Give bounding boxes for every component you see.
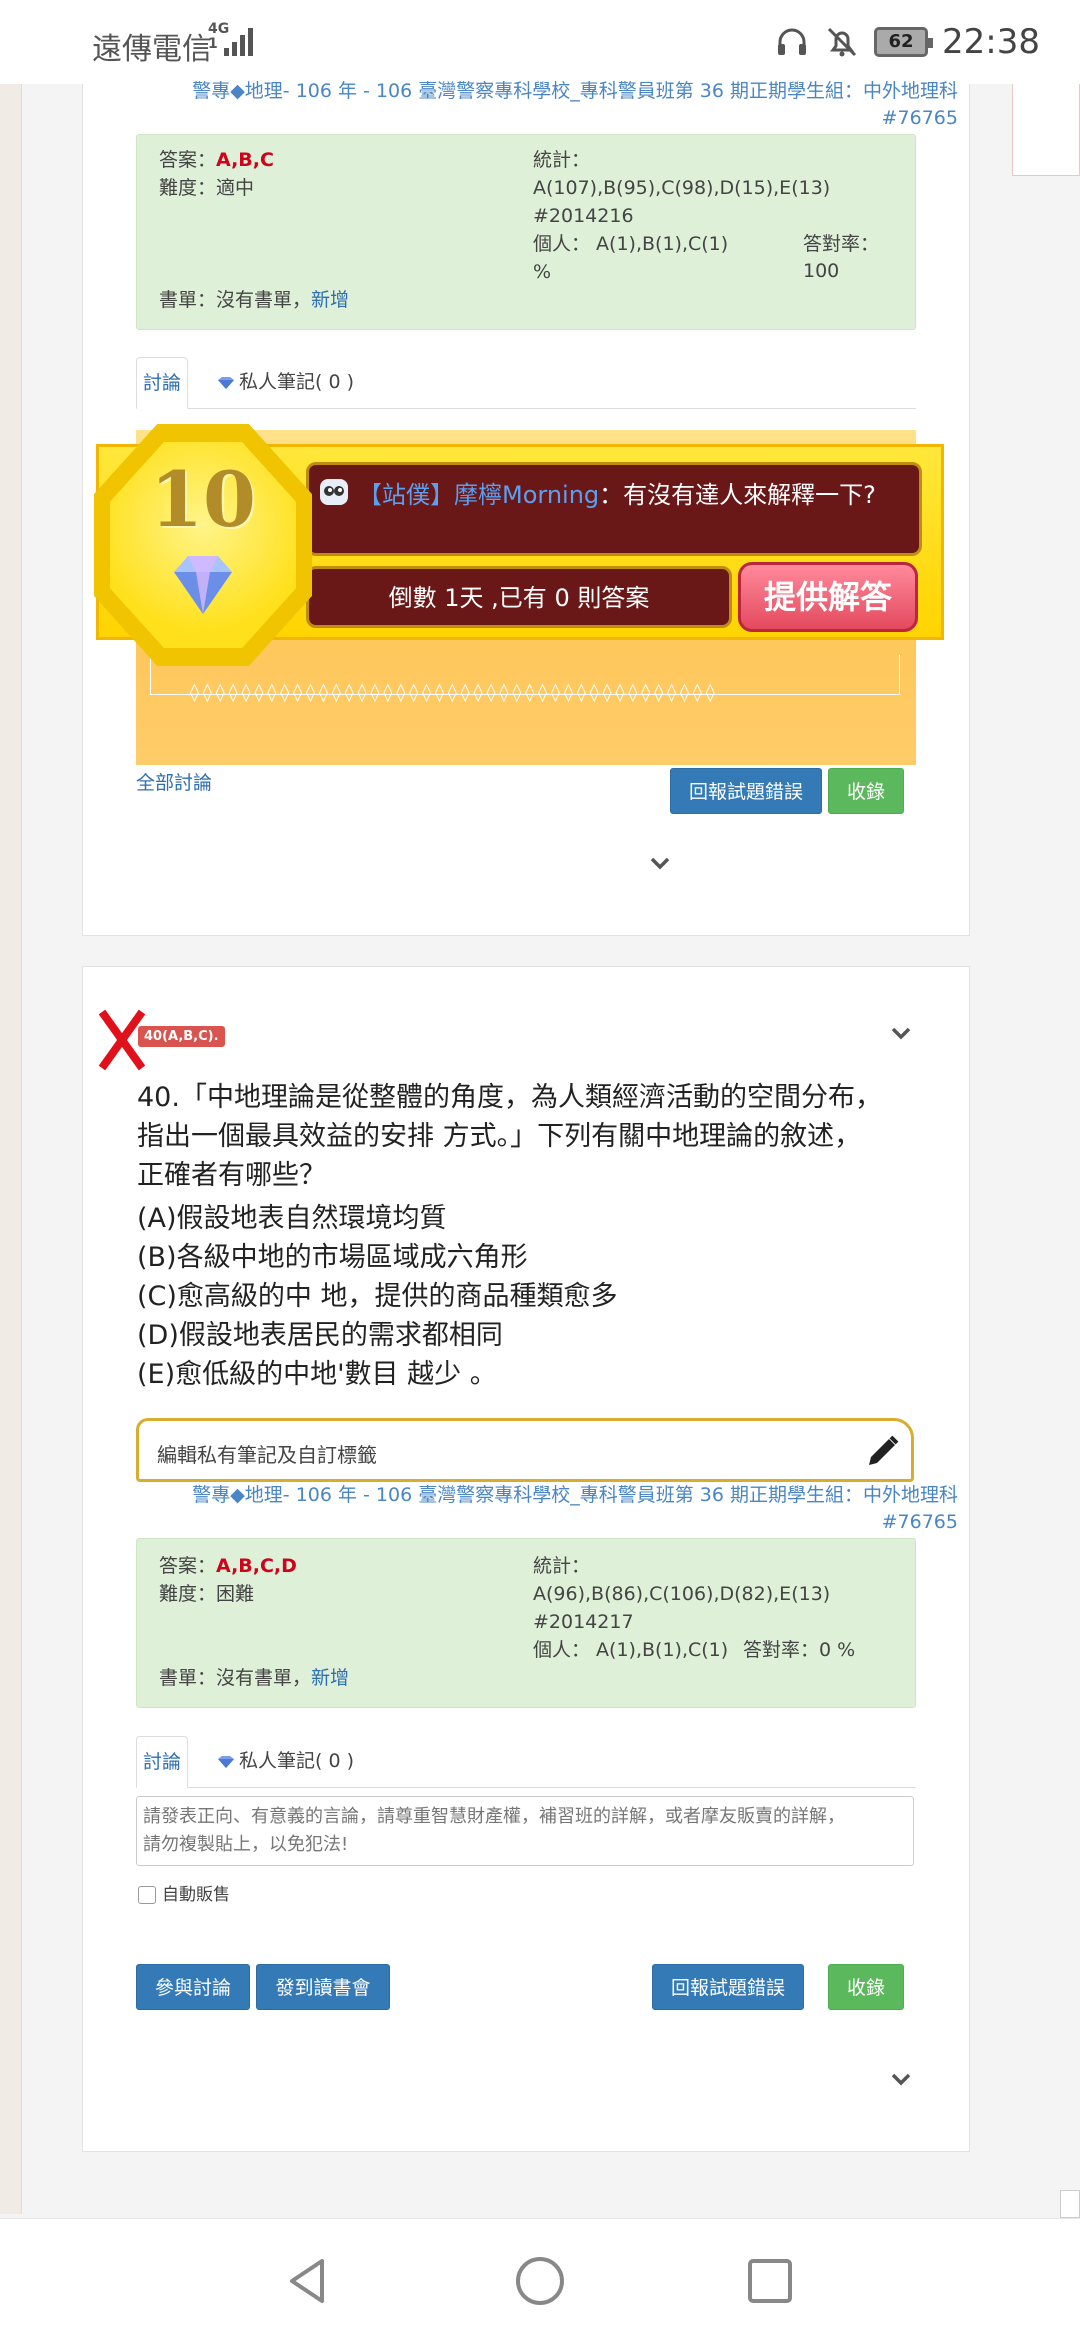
discussion-tabs: 討論 私人筆記( 0 ) [136, 1736, 916, 1788]
add-booklist-link[interactable]: 新增 [311, 289, 349, 311]
add-booklist-link[interactable]: 新增 [311, 1667, 349, 1689]
question-source[interactable]: 警專◆地理- 106 年 - 106 臺灣警察專科學校_專科警員班第 36 期正… [158, 1482, 958, 1536]
option-d: (D)假設地表居民的需求都相同 [137, 1320, 503, 1351]
promo-countdown: 倒數 1天 ,已有 0 則答案 [388, 584, 650, 612]
difficulty-row: 難度：適中 [159, 177, 255, 199]
report-error-button[interactable]: 回報試題錯誤 [652, 1964, 804, 2010]
tab-private-notes[interactable]: 私人筆記( 0 ) [216, 357, 354, 409]
booklist-row: 書單：沒有書單，新增 [159, 1667, 350, 1689]
accuracy-unit: % [533, 261, 552, 283]
auto-sell-option[interactable]: 自動販售 [138, 1880, 230, 1905]
option-a: (A)假設地表自然環境均質 [137, 1203, 447, 1234]
source-id[interactable]: #76765 [158, 1509, 958, 1536]
answer-stats-box: 答案：A,B,C 難度：適中 統計： A(107),B(95),C(98),D(… [136, 134, 916, 330]
booklist-row: 書單：沒有書單，新增 [159, 289, 350, 311]
headset-icon [778, 28, 807, 55]
chevron-down-icon[interactable] [649, 856, 671, 870]
stats-id: #2014216 [533, 205, 634, 227]
my-answer-badge: 40(A,B,C). [138, 1026, 225, 1047]
system-nav-bar [0, 2218, 1080, 2340]
difficulty-value: 適中 [216, 177, 255, 199]
tab-discussion[interactable]: 討論 [136, 357, 188, 409]
diamond-icon [218, 1755, 234, 1768]
stats-label: 統計： [533, 1555, 591, 1577]
back-icon[interactable] [282, 2255, 334, 2307]
signal-icon [224, 26, 258, 56]
correct-answer: A,B,C [216, 149, 274, 171]
promo-diamond-row: ◊◊◊◊◊◊◊◊◊◊◊◊◊◊◊◊◊◊◊◊◊◊◊◊◊◊◊◊◊◊◊◊◊◊◊◊◊◊◊◊… [190, 682, 719, 703]
discussion-textarea[interactable]: 請發表正向、有意義的言論，請尊重智慧財產權，補習班的詳解，或者摩友販賣的詳解， … [136, 1796, 914, 1866]
collect-button[interactable]: 收錄 [828, 768, 904, 814]
robot-avatar-icon [320, 479, 348, 505]
source-title[interactable]: 警專◆地理- 106 年 - 106 臺灣警察專科學校_專科警員班第 36 期正… [158, 78, 958, 105]
accuracy-rate: 答對率：100 [803, 233, 880, 282]
right-side-widget[interactable] [1012, 84, 1080, 176]
join-discussion-button[interactable]: 參與討論 [136, 1964, 250, 2010]
stats-label: 統計： [533, 149, 591, 171]
answer-row: 答案：A,B,C,D [159, 1555, 297, 1577]
textarea-placeholder-2: 請勿複製貼上，以免犯法! [143, 1834, 349, 1855]
auto-sell-label: 自動販售 [162, 1885, 230, 1905]
difficulty-value: 困難 [216, 1583, 255, 1605]
tab-discussion[interactable]: 討論 [136, 1736, 188, 1788]
battery-icon: 62 [874, 27, 934, 57]
stats-values: A(96),B(86),C(106),D(82),E(13) [533, 1583, 831, 1605]
report-error-button[interactable]: 回報試題錯誤 [670, 768, 822, 814]
right-edge-panel [968, 84, 1080, 2214]
collect-button[interactable]: 收錄 [828, 1964, 904, 2010]
discussion-tabs: 討論 私人筆記( 0 ) [136, 357, 916, 409]
stats-values: A(107),B(95),C(98),D(15),E(13) [533, 177, 831, 199]
diamond-icon [174, 556, 232, 614]
diamond-icon [218, 376, 234, 389]
answer-stats-box: 答案：A,B,C,D 難度：困難 統計： A(96),B(86),C(106),… [136, 1538, 916, 1708]
auto-sell-checkbox[interactable] [138, 1886, 156, 1904]
all-discussion-link[interactable]: 全部討論 [136, 768, 212, 795]
correct-answer: A,B,C,D [216, 1555, 297, 1577]
stats-id: #2014217 [533, 1611, 634, 1633]
provide-answer-button[interactable]: 提供解答 [738, 562, 918, 632]
personal-stats: 個人： A(1),B(1),C(1) [533, 233, 729, 255]
reward-number: 10 [150, 455, 256, 544]
personal-stats: 個人： A(1),B(1),C(1) [533, 1639, 729, 1661]
edit-notes-bar[interactable]: 編輯私有筆記及自訂標籤 [136, 1418, 914, 1482]
textarea-placeholder: 請發表正向、有意義的言論，請尊重智慧財產權，補習班的詳解，或者摩友販賣的詳解， [143, 1806, 845, 1827]
answer-row: 答案：A,B,C [159, 149, 274, 171]
clock: 22:38 [942, 22, 1040, 62]
home-icon[interactable] [514, 2255, 566, 2307]
source-id[interactable]: #76765 [158, 105, 958, 132]
promo-message: 【站僕】摩檸Morning：有沒有達人來解釋一下? [358, 481, 876, 509]
option-e: (E)愈低級的中地'數目 越少 。 [137, 1359, 497, 1390]
bell-muted-icon [827, 27, 857, 57]
status-bar: 遠傳電信 4G 1 62 22:38 [0, 0, 1080, 84]
promo-user[interactable]: 【站僕】摩檸Morning [358, 481, 599, 509]
chevron-down-icon[interactable] [890, 2072, 912, 2086]
option-b: (B)各級中地的市場區域成六角形 [137, 1242, 528, 1273]
question-text: 40.「中地理論是從整體的角度，為人類經濟活動的空間分布， 指出一個最具效益的安… [137, 1082, 882, 1191]
recents-icon[interactable] [744, 2255, 796, 2307]
accuracy-rate: 答對率：0 % [743, 1639, 856, 1661]
source-title[interactable]: 警專◆地理- 106 年 - 106 臺灣警察專科學校_專科警員班第 36 期正… [158, 1482, 958, 1509]
carrier-name: 遠傳電信 [92, 32, 212, 67]
tab-private-notes[interactable]: 私人筆記( 0 ) [216, 1736, 354, 1788]
left-edge-panel [0, 84, 22, 2214]
chevron-down-icon[interactable] [890, 1026, 912, 1040]
difficulty-row: 難度：困難 [159, 1583, 255, 1605]
option-c: (C)愈高級的中 地，提供的商品種類愈多 [137, 1281, 618, 1312]
pencil-icon[interactable] [863, 1433, 901, 1471]
right-side-tab[interactable] [1060, 2190, 1080, 2218]
post-to-study-group-button[interactable]: 發到讀書會 [256, 1964, 390, 2010]
question-source[interactable]: 警專◆地理- 106 年 - 106 臺灣警察專科學校_專科警員班第 36 期正… [158, 78, 958, 132]
edit-notes-label: 編輯私有筆記及自訂標籤 [157, 1443, 377, 1467]
